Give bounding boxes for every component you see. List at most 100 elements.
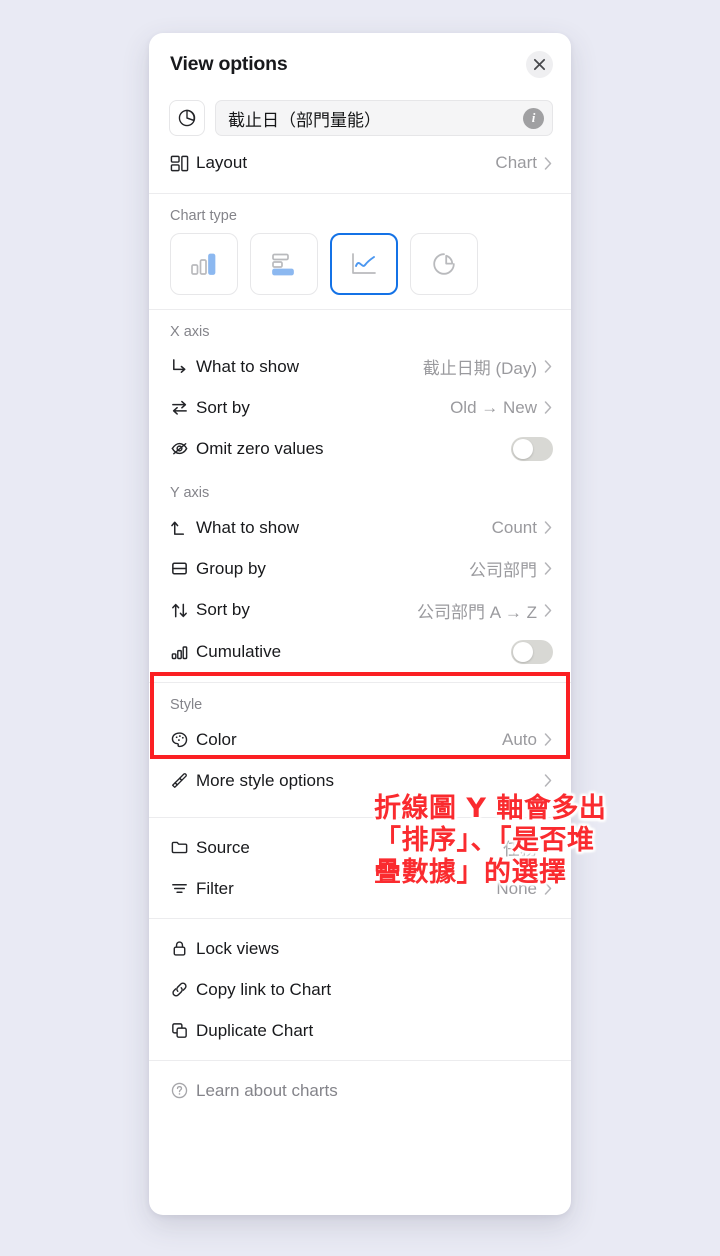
section-style-label: Style <box>170 697 203 713</box>
row-source[interactable]: Source 任務 <box>149 827 571 868</box>
row-omit-zero-values-label: Omit zero values <box>196 438 324 458</box>
row-y-sort-by[interactable]: Sort by 公司部門 A → Z <box>149 589 571 631</box>
bar-chart-small-glyph <box>171 645 188 659</box>
row-source-label: Source <box>196 837 250 857</box>
row-duplicate-chart[interactable]: Duplicate Chart <box>149 1010 571 1051</box>
lock-glyph <box>173 941 186 956</box>
row-copy-link-to-chart[interactable]: Copy link to Chart <box>149 969 571 1010</box>
arrow-turn-down-right-glyph <box>173 359 186 373</box>
row-learn-about-charts[interactable]: Learn about charts <box>149 1070 571 1111</box>
sort-up-down-glyph <box>172 603 187 617</box>
row-layout-label: Layout <box>196 153 248 172</box>
row-color-value: Auto <box>502 729 537 749</box>
bar-chart-glyph <box>272 253 294 276</box>
chevron-right-icon <box>543 733 553 746</box>
view-options-panel: View options 截止日（部門量能） i Layout Chart Ch… <box>149 33 571 1215</box>
row-layout-value: Chart <box>495 153 537 172</box>
chevron-right-icon <box>543 360 553 373</box>
chart-type-options <box>149 230 571 309</box>
row-x-sort-by[interactable]: Sort by Old → New <box>149 387 571 428</box>
row-y-sort-by-label: Sort by <box>196 600 250 619</box>
chevron-right-icon <box>543 603 553 617</box>
chevron-right-icon <box>543 774 553 787</box>
split-rows-icon <box>170 559 196 578</box>
arrow-turn-down-right-icon <box>170 357 196 376</box>
paintbrush-icon <box>170 771 196 790</box>
eye-off-icon <box>170 439 196 458</box>
pie-chart-glyph <box>178 109 196 127</box>
row-filter-label: Filter <box>196 878 234 898</box>
row-filter[interactable]: Filter None <box>149 868 571 909</box>
chevron-right-icon <box>543 521 553 534</box>
swap-arrows-icon <box>170 398 196 417</box>
info-icon[interactable]: i <box>523 107 544 129</box>
chart-title-value: 截止日（部門量能） <box>228 110 381 130</box>
lock-icon <box>170 939 196 958</box>
chevron-right-icon <box>543 401 553 414</box>
question-circle-icon <box>170 1081 196 1100</box>
paintbrush-glyph <box>171 773 187 789</box>
row-y-what-to-show-value: Count <box>491 517 537 537</box>
folder-glyph <box>171 841 188 854</box>
layout-icon <box>170 154 196 173</box>
row-omit-zero-values[interactable]: Omit zero values <box>149 428 571 469</box>
row-y-sort-by-value: 公司部門 A → Z <box>417 602 537 622</box>
row-cumulative[interactable]: Cumulative <box>149 631 571 673</box>
omit-zero-values-toggle[interactable] <box>511 436 553 461</box>
row-more-style-options[interactable]: More style options <box>149 760 571 801</box>
cumulative-toggle[interactable] <box>511 640 553 664</box>
close-icon[interactable] <box>526 50 553 78</box>
row-x-what-to-show[interactable]: What to show 截止日期 (Day) <box>149 346 571 387</box>
row-x-what-to-show-label: What to show <box>196 356 299 376</box>
swap-arrows-glyph <box>172 400 187 415</box>
row-x-sort-by-label: Sort by <box>196 397 250 417</box>
row-lock-views[interactable]: Lock views <box>149 928 571 969</box>
column-chart-glyph <box>191 253 216 275</box>
duplicate-glyph <box>172 1023 187 1038</box>
row-cumulative-label: Cumulative <box>196 642 282 661</box>
section-chart-type-label: Chart type <box>170 208 237 224</box>
donut-chart-glyph <box>433 253 455 275</box>
link-glyph <box>172 982 187 997</box>
row-y-what-to-show-label: What to show <box>196 517 299 537</box>
donut-chart-icon[interactable] <box>410 233 478 295</box>
row-filter-value: None <box>496 878 537 898</box>
line-chart-icon[interactable] <box>330 233 398 295</box>
column-chart-icon[interactable] <box>170 233 238 295</box>
divider <box>149 918 571 919</box>
line-chart-glyph <box>352 253 376 274</box>
row-copy-link-to-chart-label: Copy link to Chart <box>196 979 332 999</box>
row-color[interactable]: Color Auto <box>149 719 571 760</box>
row-group-by-label: Group by <box>196 558 266 578</box>
sort-up-down-icon <box>170 601 196 620</box>
bar-chart-icon[interactable] <box>250 233 318 295</box>
page-title: View options <box>170 52 288 75</box>
palette-icon <box>170 730 196 749</box>
question-circle-glyph <box>171 1082 188 1099</box>
chevron-right-icon <box>543 882 553 895</box>
split-rows-glyph <box>172 562 187 575</box>
duplicate-icon <box>170 1021 196 1040</box>
row-group-by-value: 公司部門 <box>469 561 537 580</box>
bar-chart-small-icon <box>170 643 196 662</box>
chevron-right-icon <box>543 562 553 575</box>
palette-glyph <box>171 732 188 748</box>
folder-icon <box>170 838 196 857</box>
row-x-what-to-show-value: 截止日期 (Day) <box>422 359 537 378</box>
pie-chart-icon[interactable] <box>169 100 205 136</box>
row-lock-views-label: Lock views <box>196 938 280 958</box>
section-y-axis-label: Y axis <box>170 485 210 501</box>
row-y-what-to-show[interactable]: What to show Count <box>149 507 571 548</box>
divider <box>149 817 571 818</box>
row-x-sort-by-value: Old → New <box>450 397 537 417</box>
row-layout[interactable]: Layout Chart <box>149 141 571 185</box>
arrow-turn-up-glyph <box>171 521 185 535</box>
row-duplicate-chart-label: Duplicate Chart <box>196 1020 314 1040</box>
close-glyph <box>533 58 546 70</box>
row-group-by[interactable]: Group by 公司部門 <box>149 548 571 589</box>
row-color-label: Color <box>196 729 237 749</box>
chart-title-row: 截止日（部門量能） i <box>149 95 571 141</box>
chart-title-input[interactable]: 截止日（部門量能） i <box>215 100 553 136</box>
link-icon <box>170 980 196 999</box>
section-x-axis-label: X axis <box>170 324 210 340</box>
